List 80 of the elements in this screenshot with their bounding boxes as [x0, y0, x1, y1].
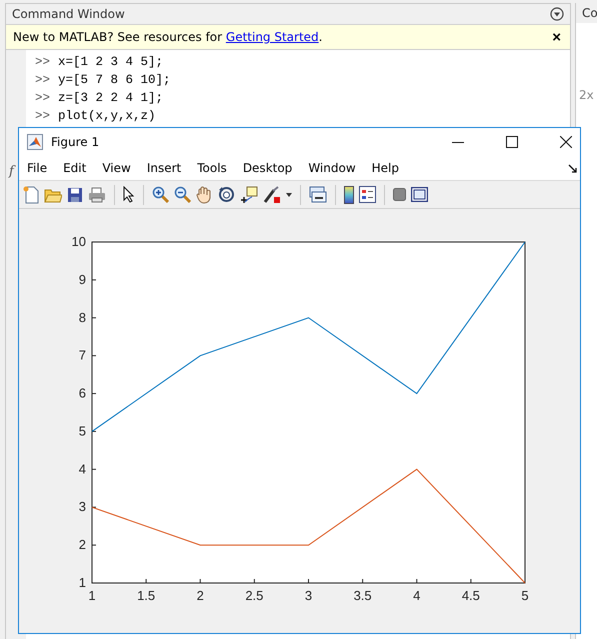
- tick-mark: [92, 468, 96, 470]
- prompt: >>: [35, 55, 50, 71]
- legend-icon[interactable]: [359, 186, 376, 204]
- menu-item[interactable]: Edit: [63, 161, 86, 176]
- rotate-icon[interactable]: [218, 186, 235, 204]
- tick-mark: [92, 279, 96, 280]
- brush-icon[interactable]: [263, 186, 281, 204]
- x-tick-label: 3: [304, 588, 312, 603]
- folder-icon[interactable]: [44, 186, 62, 203]
- prompt: >>: [35, 109, 50, 125]
- window-icon[interactable]: [411, 187, 428, 202]
- function-hint: f: [9, 164, 14, 179]
- prompt: >>: [35, 91, 50, 107]
- window-title: Figure 1: [51, 135, 100, 150]
- y-tick-label: 9: [78, 272, 86, 287]
- hand-icon[interactable]: [196, 186, 213, 204]
- y-tick-label: 7: [78, 348, 86, 363]
- maximize-icon[interactable]: [506, 136, 518, 148]
- code-line: y=[5 7 8 6 10];: [58, 73, 171, 89]
- code-line: z=[3 2 2 4 1];: [58, 91, 164, 107]
- tick-mark: [92, 317, 96, 318]
- caret-icon[interactable]: [286, 192, 292, 197]
- app-icon: [27, 134, 43, 150]
- x-tick-label: 4.5: [462, 588, 480, 603]
- tick-mark: [254, 578, 255, 584]
- tick-mark: [92, 430, 96, 432]
- printer-icon[interactable]: [88, 186, 106, 203]
- tick-mark: [92, 506, 96, 508]
- tick-mark: [92, 355, 96, 356]
- panel-title: Co: [582, 6, 597, 20]
- menu-item[interactable]: Desktop: [242, 161, 292, 176]
- tick-mark: [470, 578, 472, 584]
- y-tick-label: 1: [78, 575, 86, 590]
- close-button[interactable]: ×: [550, 30, 563, 44]
- x-tick-label: 2.5: [245, 588, 264, 603]
- menu-item[interactable]: Window: [308, 161, 356, 176]
- y-tick-label: 4: [78, 461, 86, 476]
- dropdown-icon[interactable]: [550, 7, 564, 21]
- menu-item[interactable]: File: [27, 161, 48, 176]
- menu-item[interactable]: View: [102, 161, 131, 176]
- x-tick-label: 1.5: [137, 588, 156, 603]
- save-icon[interactable]: [67, 186, 83, 203]
- tick-mark: [92, 393, 96, 394]
- zoom-out-icon[interactable]: [174, 186, 191, 204]
- getting-started-link[interactable]: Getting Started: [226, 30, 319, 44]
- x-tick-label: 3.5: [354, 588, 372, 603]
- dock-arrow-icon[interactable]: [568, 164, 577, 173]
- y-tick-label: 10: [72, 234, 86, 249]
- new-file-icon[interactable]: [23, 186, 39, 204]
- code-line: x=[1 2 3 4 5];: [58, 55, 164, 71]
- pointer-icon[interactable]: [123, 186, 135, 204]
- close-icon[interactable]: [560, 136, 572, 148]
- zoom-in-icon[interactable]: [152, 186, 169, 204]
- panel-title: Command Window: [12, 7, 126, 21]
- tick-mark: [308, 578, 309, 584]
- y-tick-label: 5: [78, 423, 86, 438]
- tick-mark: [92, 544, 96, 546]
- x-tick-label: 1: [88, 588, 96, 603]
- menu-item[interactable]: Insert: [146, 161, 182, 176]
- y-tick-label: 6: [78, 386, 86, 401]
- data-cursor-icon[interactable]: [240, 186, 258, 204]
- y-tick-label: 2: [78, 537, 86, 552]
- code-line: plot(x,y,x,z): [58, 109, 156, 125]
- tick-mark: [200, 578, 201, 584]
- colorbar-icon[interactable]: [344, 186, 354, 204]
- tick-mark: [362, 578, 364, 584]
- tick-mark: [146, 578, 147, 584]
- prompt: >>: [35, 73, 50, 89]
- x-tick-label: 4: [413, 588, 420, 603]
- y-tick-label: 8: [78, 310, 86, 325]
- menu-item[interactable]: Tools: [197, 161, 227, 176]
- notice-text: New to MATLAB? See resources for Getting Started.: [13, 30, 324, 44]
- menu-item[interactable]: Help: [372, 161, 399, 176]
- tick-mark: [416, 578, 418, 584]
- x-tick-label: 2: [196, 588, 204, 603]
- tick-mark: [524, 578, 526, 584]
- square-icon[interactable]: [393, 188, 406, 202]
- x-tick-label: 5: [521, 588, 529, 603]
- y-tick-label: 3: [78, 499, 86, 514]
- panel-text: 2x: [579, 88, 594, 102]
